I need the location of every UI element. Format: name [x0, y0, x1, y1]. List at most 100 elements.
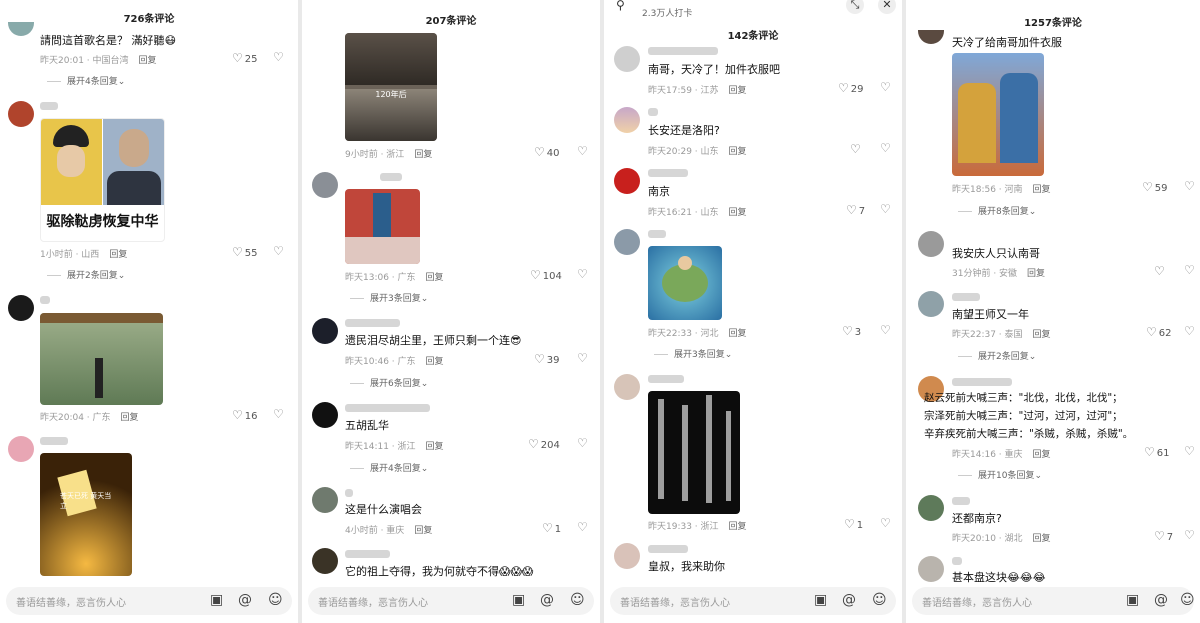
at-icon[interactable]: @: [1154, 592, 1168, 608]
comment-image[interactable]: 驱除鞑虏恢复中华: [40, 118, 165, 242]
dislike-icon[interactable]: ♡: [880, 80, 891, 94]
avatar[interactable]: [918, 30, 944, 44]
comment-image[interactable]: [40, 313, 163, 405]
avatar[interactable]: [312, 318, 338, 344]
dislike-icon[interactable]: ♡: [273, 50, 284, 64]
like-button[interactable]: ♡ 1: [542, 521, 561, 535]
avatar[interactable]: [918, 495, 944, 521]
like-button[interactable]: ♡ 55: [232, 245, 258, 259]
dislike-icon[interactable]: ♡: [577, 267, 588, 281]
comment-input[interactable]: 善语结善缘，恶言伤人心 ▣ @ ☺: [308, 587, 594, 615]
avatar[interactable]: [918, 231, 944, 257]
reply-button[interactable]: 回复: [729, 208, 747, 218]
image-icon[interactable]: ▣: [512, 592, 525, 608]
avatar[interactable]: [614, 107, 640, 133]
avatar[interactable]: [8, 295, 34, 321]
comment-image[interactable]: [345, 189, 420, 264]
avatar[interactable]: [614, 46, 640, 72]
expand-replies[interactable]: 展开6条回复⌄: [350, 376, 428, 389]
like-button[interactable]: ♡ 104: [530, 268, 562, 282]
dislike-icon[interactable]: ♡: [880, 202, 891, 216]
avatar[interactable]: [614, 543, 640, 569]
avatar[interactable]: [918, 556, 944, 582]
image-icon[interactable]: ▣: [814, 592, 827, 608]
dislike-icon[interactable]: ♡: [577, 351, 588, 365]
reply-button[interactable]: 回复: [1027, 269, 1045, 279]
avatar[interactable]: [312, 487, 338, 513]
comment-input[interactable]: 善语结善缘，恶言伤人心 ▣ @ ☺: [610, 587, 896, 615]
dislike-icon[interactable]: ♡: [273, 407, 284, 421]
expand-replies[interactable]: 展开4条回复⌄: [47, 74, 125, 87]
dislike-icon[interactable]: ♡: [1184, 528, 1195, 542]
dislike-icon[interactable]: ♡: [880, 516, 891, 530]
dislike-icon[interactable]: ♡: [273, 244, 284, 258]
dislike-icon[interactable]: ♡: [577, 520, 588, 534]
like-button[interactable]: ♡ 7: [846, 203, 865, 217]
expand-replies[interactable]: 展开8条回复⌄: [958, 204, 1036, 217]
avatar[interactable]: [8, 22, 34, 36]
avatar[interactable]: [312, 548, 338, 574]
like-button[interactable]: ♡ 1: [844, 517, 863, 531]
emoji-icon[interactable]: ☺: [1180, 592, 1195, 608]
avatar[interactable]: [614, 229, 640, 255]
avatar[interactable]: [614, 374, 640, 400]
dislike-icon[interactable]: ♡: [1184, 179, 1195, 193]
expand-replies[interactable]: 展开3条回复⌄: [350, 291, 428, 304]
reply-button[interactable]: 回复: [426, 442, 444, 452]
dislike-icon[interactable]: ♡: [1184, 324, 1195, 338]
like-button[interactable]: ♡: [850, 142, 863, 156]
comment-image[interactable]: [648, 246, 722, 320]
reply-button[interactable]: 回复: [729, 522, 747, 532]
comment-image[interactable]: [952, 53, 1044, 176]
like-button[interactable]: ♡: [1154, 264, 1167, 278]
reply-button[interactable]: 回复: [426, 273, 444, 283]
like-button[interactable]: ♡ 40: [534, 145, 560, 159]
expand-replies[interactable]: 展开2条回复⌄: [47, 268, 125, 281]
like-button[interactable]: ♡ 16: [232, 408, 258, 422]
dislike-icon[interactable]: ♡: [1184, 263, 1195, 277]
like-button[interactable]: ♡ 25: [232, 51, 258, 65]
like-button[interactable]: ♡ 62: [1146, 325, 1172, 339]
comment-image[interactable]: 120年后: [345, 33, 437, 141]
avatar[interactable]: [614, 168, 640, 194]
like-button[interactable]: ♡ 7: [1154, 529, 1173, 543]
like-button[interactable]: ♡ 61: [1144, 445, 1170, 459]
comment-input[interactable]: 善语结善缘，恶言伤人心 ▣ @ ☺: [6, 587, 292, 615]
emoji-icon[interactable]: ☺: [268, 592, 283, 608]
reply-button[interactable]: 回复: [426, 357, 444, 367]
reply-button[interactable]: 回复: [729, 147, 747, 157]
reply-button[interactable]: 回复: [1033, 450, 1051, 460]
reply-button[interactable]: 回复: [121, 413, 139, 423]
dislike-icon[interactable]: ♡: [577, 144, 588, 158]
comment-image[interactable]: 苍天已死 黄天当立: [40, 453, 132, 576]
expand-replies[interactable]: 展开10条回复⌄: [958, 468, 1042, 481]
image-icon[interactable]: ▣: [210, 592, 223, 608]
emoji-icon[interactable]: ☺: [570, 592, 585, 608]
reply-button[interactable]: 回复: [414, 526, 432, 536]
dislike-icon[interactable]: ♡: [880, 323, 891, 337]
like-button[interactable]: ♡ 3: [842, 324, 861, 338]
reply-button[interactable]: 回复: [1033, 185, 1051, 195]
reply-button[interactable]: 回复: [1033, 534, 1051, 544]
close-icon[interactable]: ✕: [878, 0, 896, 14]
reply-button[interactable]: 回复: [729, 86, 747, 96]
reply-button[interactable]: 回复: [139, 56, 157, 66]
at-icon[interactable]: @: [842, 592, 856, 608]
image-icon[interactable]: ▣: [1126, 592, 1139, 608]
reply-button[interactable]: 回复: [729, 329, 747, 339]
expand-replies[interactable]: 展开3条回复⌄: [654, 347, 732, 360]
expand-replies[interactable]: 展开4条回复⌄: [350, 461, 428, 474]
reply-button[interactable]: 回复: [1033, 330, 1051, 340]
dislike-icon[interactable]: ♡: [1184, 444, 1195, 458]
dislike-icon[interactable]: ♡: [577, 436, 588, 450]
reply-button[interactable]: 回复: [109, 250, 127, 260]
at-icon[interactable]: @: [238, 592, 252, 608]
avatar[interactable]: [312, 172, 338, 198]
like-button[interactable]: ♡ 39: [534, 352, 560, 366]
expand-replies[interactable]: 展开2条回复⌄: [958, 349, 1036, 362]
comment-image[interactable]: [648, 391, 740, 514]
avatar[interactable]: [8, 101, 34, 127]
shrink-icon[interactable]: ⤡: [846, 0, 864, 14]
like-button[interactable]: ♡ 29: [838, 81, 864, 95]
emoji-icon[interactable]: ☺: [872, 592, 887, 608]
